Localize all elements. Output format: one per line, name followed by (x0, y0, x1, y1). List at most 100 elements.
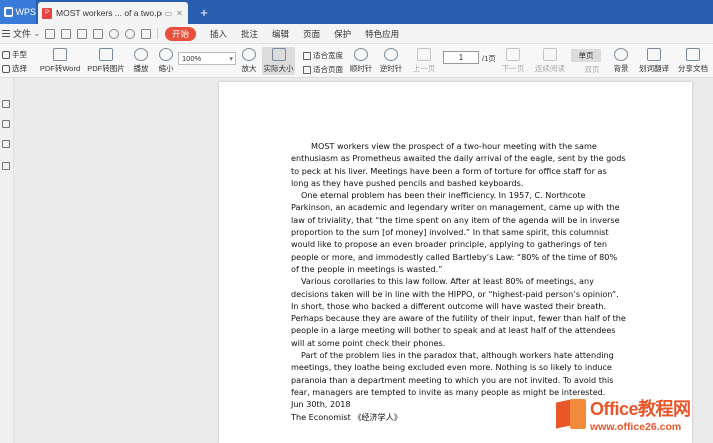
arrow-right-icon (506, 48, 520, 61)
pdf-to-word-icon (53, 48, 67, 61)
wps-home-label: WPS (15, 7, 36, 17)
zoom-in-icon (242, 48, 256, 61)
share-document-label: 分享文档 (678, 64, 708, 73)
zoom-out-label: 缩小 (158, 64, 174, 73)
chevron-down-icon: ⌄ (33, 28, 41, 38)
rotate-ccw-icon (384, 48, 398, 61)
tab-restore-icon[interactable]: ▭ (164, 9, 173, 18)
attachment-icon[interactable] (2, 162, 10, 170)
pdf-file-icon: P (42, 7, 52, 19)
play-label: 播放 (133, 64, 149, 73)
zoom-in-label: 放大 (241, 64, 257, 73)
share-document-button[interactable]: 分享文档 (676, 48, 710, 74)
paragraph-3: Various corollaries to this law follow. … (291, 276, 626, 348)
tab-features[interactable]: 特色应用 (365, 28, 399, 40)
file-menu[interactable]: 文件 ⌄ (0, 27, 42, 40)
export-icon[interactable] (77, 28, 87, 39)
play-button[interactable]: 播放 (130, 48, 152, 74)
rotate-cw-icon (354, 48, 368, 61)
save-icon[interactable] (61, 28, 71, 39)
select-tool-button[interactable]: 选择 (2, 63, 27, 74)
page-total-label: /1页 (482, 54, 496, 63)
pdf-to-image-label: PDF转图片 (87, 64, 125, 73)
word-translate-button[interactable]: 划词翻译 (637, 48, 671, 74)
share-icon (686, 48, 700, 61)
tab-page[interactable]: 页面 (303, 28, 320, 40)
fit-width-icon (303, 51, 311, 60)
watermark-title: Office教程网 (590, 399, 691, 419)
double-page-label: 双页 (584, 65, 600, 74)
office-logo-icon (556, 397, 586, 431)
rotate-ccw-label: 逆时针 (379, 64, 403, 73)
continuous-icon (543, 48, 557, 61)
zoom-out-icon (159, 48, 173, 61)
zoom-level-select[interactable]: 100% (178, 52, 236, 65)
paragraph-1: MOST workers view the prospect of a two-… (291, 141, 626, 188)
moon-icon (614, 48, 628, 61)
rotate-clockwise-button[interactable]: 顺时针 (349, 48, 373, 74)
bookmark-icon[interactable] (2, 120, 10, 128)
next-page-label: 下一页 (501, 64, 525, 73)
tab-edit[interactable]: 编辑 (272, 28, 289, 40)
cursor-icon (2, 64, 10, 73)
single-page-button[interactable]: 单页 (571, 49, 601, 62)
pdf-to-word-label: PDF转Word (39, 64, 81, 73)
menu-bar: 文件 ⌄ 开始 插入 批注 编辑 页面 保护 特色应用 (0, 24, 713, 44)
open-folder-icon[interactable] (45, 28, 55, 39)
zoom-out-button[interactable]: 缩小 (155, 48, 177, 74)
fit-width-button[interactable]: 适合宽度 (303, 50, 343, 61)
pdf-to-word-button[interactable]: PDF转Word (39, 48, 81, 74)
document-text: MOST workers view the prospect of a two-… (291, 140, 626, 423)
tab-close-icon[interactable]: ✕ (175, 9, 184, 18)
pdf-page: MOST workers view the prospect of a two-… (219, 82, 692, 443)
rotate-counterclockwise-button[interactable]: 逆时针 (379, 48, 403, 74)
zoom-in-button[interactable]: 放大 (238, 48, 260, 74)
new-tab-button[interactable]: + (194, 0, 214, 24)
tab-comment[interactable]: 批注 (241, 28, 258, 40)
redo-icon[interactable] (125, 28, 135, 39)
watermark: Office教程网 www.office26.com (556, 391, 713, 437)
actual-size-icon (271, 48, 286, 61)
left-sidebar (0, 78, 14, 443)
play-icon (134, 48, 148, 61)
page-number-input[interactable]: 1 (443, 51, 479, 64)
background-button[interactable]: 背景 (608, 48, 634, 74)
fit-page-icon (303, 65, 311, 74)
background-label: 背景 (613, 64, 629, 73)
tab-protect[interactable]: 保护 (334, 28, 351, 40)
divider (157, 28, 158, 39)
continuous-reading-button[interactable]: 连续阅读 (533, 48, 567, 74)
wps-home-tab[interactable]: WPS (0, 0, 36, 24)
fit-page-button[interactable]: 适合页面 (303, 64, 343, 75)
continuous-label: 连续阅读 (535, 64, 565, 73)
tab-insert[interactable]: 插入 (210, 28, 227, 40)
actual-size-button[interactable]: 实际大小 (262, 48, 295, 74)
wps-logo-icon (4, 7, 14, 17)
print-icon[interactable] (93, 28, 103, 39)
thumbnail-icon[interactable] (2, 100, 10, 108)
word-translate-label: 划词翻译 (639, 64, 669, 73)
preview-icon[interactable] (141, 28, 151, 39)
hand-tool-label: 手型 (12, 50, 27, 59)
document-tab[interactable]: P MOST workers ... of a two.pdf ▭ ✕ (38, 2, 188, 24)
vertical-scrollbar[interactable] (703, 82, 713, 443)
actual-size-label: 实际大小 (263, 64, 294, 73)
arrow-left-icon (417, 48, 431, 61)
hamburger-icon (2, 30, 10, 37)
hand-tool-button[interactable]: 手型 (2, 49, 27, 60)
annotation-icon[interactable] (2, 140, 10, 148)
file-menu-label: 文件 (13, 29, 32, 39)
translate-icon (647, 48, 661, 61)
single-page-label: 单页 (578, 51, 594, 60)
pdf-to-image-button[interactable]: PDF转图片 (86, 48, 126, 74)
prev-page-button[interactable]: 上一页 (411, 48, 437, 74)
rotate-cw-label: 顺时针 (349, 64, 373, 73)
double-page-button[interactable]: 双页 (580, 64, 604, 75)
tab-start[interactable]: 开始 (165, 26, 197, 41)
watermark-url: www.office26.com (590, 421, 682, 433)
ribbon-toolbar: 手型 选择 PDF转Word PDF转图片 播放 缩小 100% 放大 实际大小… (0, 44, 713, 78)
next-page-button[interactable]: 下一页 (500, 48, 526, 74)
select-tool-label: 选择 (12, 64, 27, 73)
prev-page-label: 上一页 (412, 64, 436, 73)
undo-icon[interactable] (109, 28, 119, 39)
